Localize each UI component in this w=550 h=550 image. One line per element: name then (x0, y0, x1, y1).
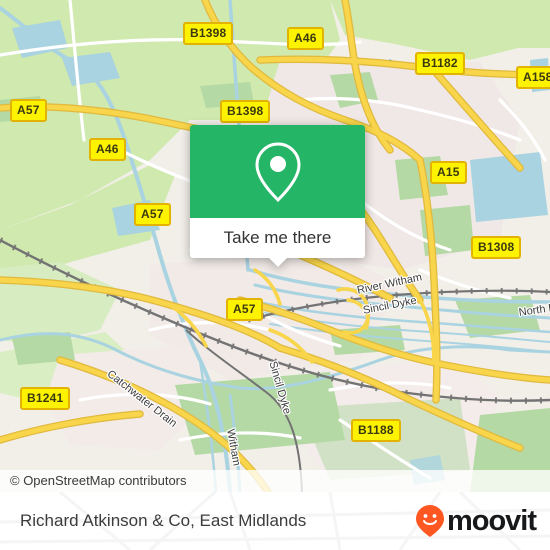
road-shield-b1308[interactable]: B1308 (471, 236, 522, 259)
popup-pin-panel (190, 125, 365, 218)
road-shield-b1188[interactable]: B1188 (351, 419, 401, 442)
road-shield-a57-mid[interactable]: A57 (134, 203, 171, 226)
road-shield-b1241[interactable]: B1241 (20, 387, 71, 410)
road-shield-b1182[interactable]: B1182 (415, 52, 465, 75)
map-canvas[interactable]: B1398 A46 B1182 A158 A57 B1398 A46 A15 A… (0, 0, 550, 492)
map-screenshot: B1398 A46 B1182 A158 A57 B1398 A46 A15 A… (0, 0, 550, 550)
road-shield-a46-west[interactable]: A46 (89, 138, 126, 161)
road-shield-a57-city[interactable]: A57 (226, 298, 263, 321)
map-attribution[interactable]: © OpenStreetMap contributors (0, 470, 550, 492)
road-shield-a46-north[interactable]: A46 (287, 27, 324, 50)
moovit-logo[interactable]: moovit (415, 504, 537, 538)
road-shield-a15[interactable]: A15 (430, 161, 467, 184)
take-me-there-label: Take me there (223, 228, 332, 247)
moovit-wordmark: moovit (446, 504, 537, 537)
road-shield-a57-west[interactable]: A57 (10, 99, 47, 122)
take-me-there-button[interactable]: Take me there (190, 218, 365, 267)
road-shield-a158[interactable]: A158 (516, 66, 550, 89)
footer-bar: Richard Atkinson & Co, East Midlands moo… (0, 492, 550, 550)
destination-popup-card[interactable]: Take me there (190, 125, 365, 267)
road-shield-b1398-north[interactable]: B1398 (183, 22, 234, 45)
road-shield-b1398-mid[interactable]: B1398 (220, 100, 271, 123)
location-pin-icon (254, 141, 301, 202)
popup-pointer-tail (268, 258, 287, 267)
moovit-smiley-pin-icon (415, 505, 444, 537)
place-title: Richard Atkinson & Co, East Midlands (20, 511, 307, 530)
